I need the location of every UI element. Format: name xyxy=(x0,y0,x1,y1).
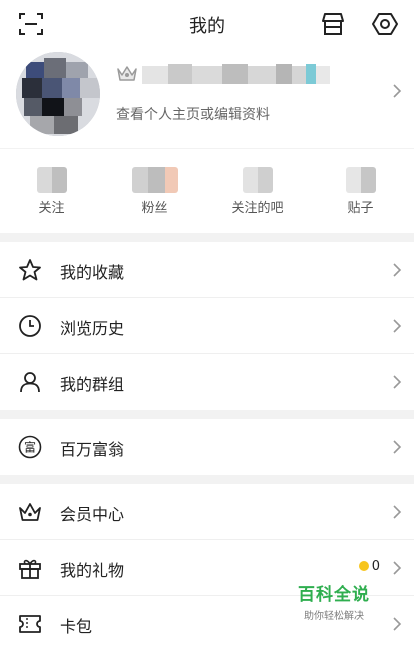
section-gap xyxy=(0,233,414,242)
menu-label: 我的礼物 xyxy=(60,561,125,580)
menu-item-vip[interactable]: 会员中心 xyxy=(0,484,414,540)
menu-label: 百万富翁 xyxy=(60,440,125,459)
menu-label: 我的群组 xyxy=(60,375,125,394)
menu-label: 卡包 xyxy=(60,617,93,636)
stat-followed-bars[interactable]: 关注的吧 xyxy=(206,149,309,234)
stat-value-blurred xyxy=(36,167,67,193)
stat-label: 粉丝 xyxy=(141,201,168,216)
stat-label: 贴子 xyxy=(347,201,374,216)
stat-value-blurred xyxy=(131,167,178,193)
menu-item-favorites[interactable]: 我的收藏 xyxy=(0,242,414,298)
stat-fans[interactable]: 粉丝 xyxy=(103,149,206,234)
watermark: 百科全说 助你轻松解决 xyxy=(298,580,370,622)
chevron-right-icon xyxy=(393,440,402,454)
menu-label: 我的收藏 xyxy=(60,263,125,282)
chevron-right-icon xyxy=(393,263,402,277)
stat-posts[interactable]: 贴子 xyxy=(309,149,412,234)
store-icon[interactable] xyxy=(320,11,346,37)
ticket-icon xyxy=(19,615,41,633)
stat-label: 关注的吧 xyxy=(231,201,284,216)
page-title: 我的 xyxy=(189,16,225,37)
edit-profile-link[interactable]: 查看个人主页或编辑资料 xyxy=(116,104,270,124)
chevron-right-icon xyxy=(393,617,402,631)
watermark-subtitle: 助你轻松解决 xyxy=(304,611,364,622)
username-blurred xyxy=(142,62,330,86)
star-icon xyxy=(19,259,41,281)
fu-icon: 富 xyxy=(18,435,42,459)
stat-value-blurred xyxy=(345,167,376,193)
stat-following[interactable]: 关注 xyxy=(0,149,103,234)
gift-count-badge: 0 xyxy=(358,559,380,574)
menu-label: 浏览历史 xyxy=(60,319,125,338)
stat-value-blurred xyxy=(242,167,273,193)
profile-card[interactable]: 查看个人主页或编辑资料 xyxy=(0,48,414,148)
menu-item-millionaire[interactable]: 富 百万富翁 xyxy=(0,419,414,475)
stat-label: 关注 xyxy=(38,201,65,216)
menu-label: 会员中心 xyxy=(60,505,125,524)
chevron-right-icon xyxy=(393,505,402,519)
avatar[interactable] xyxy=(16,52,100,136)
gear-icon[interactable] xyxy=(372,11,398,37)
fu-char: 富 xyxy=(24,440,36,455)
top-bar: 我的 xyxy=(0,0,414,48)
chevron-right-icon xyxy=(393,561,402,575)
section-gap xyxy=(0,410,414,419)
crown-icon xyxy=(19,503,41,521)
menu-item-history[interactable]: 浏览历史 xyxy=(0,298,414,354)
person-icon xyxy=(20,372,40,393)
chevron-right-icon xyxy=(393,319,402,333)
level-crown-icon xyxy=(117,66,137,81)
section-gap xyxy=(0,475,414,484)
stats-bar: 关注 粉丝 关注的吧 贴子 xyxy=(0,148,414,233)
watermark-title: 百科全说 xyxy=(298,585,370,605)
clock-icon xyxy=(19,315,41,337)
gift-count: 0 xyxy=(371,559,380,574)
menu-item-groups[interactable]: 我的群组 xyxy=(0,354,414,410)
chevron-right-icon xyxy=(393,84,402,98)
gift-icon xyxy=(19,559,41,579)
coin-icon xyxy=(358,561,369,571)
chevron-right-icon xyxy=(393,375,402,389)
